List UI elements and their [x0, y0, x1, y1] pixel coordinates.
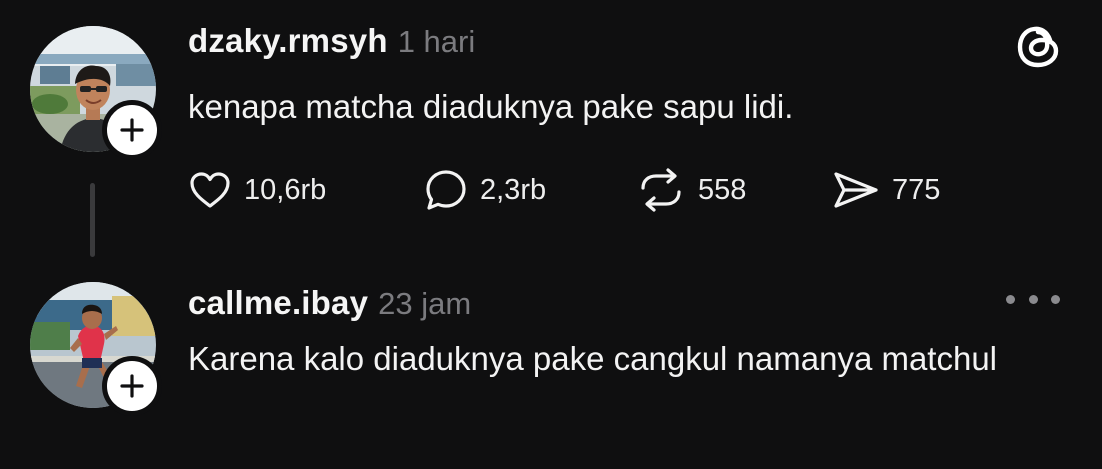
action-bar: 10,6rb 2,3rb 558 775 [188, 164, 972, 216]
heart-icon [190, 172, 230, 208]
comment-bubble-icon [426, 170, 466, 210]
thread-connector-line [90, 183, 95, 257]
avatar-container [30, 282, 162, 416]
reply-count: 2,3rb [480, 173, 547, 206]
username[interactable]: callme.ibay [188, 284, 368, 322]
repost-icon [641, 168, 681, 212]
reply-post: callme.ibay 23 jam Karena kalo diaduknya… [0, 262, 1102, 469]
threads-logo-glyph [1017, 26, 1059, 68]
plus-icon [120, 118, 144, 142]
plus-icon [120, 374, 144, 398]
reply-button[interactable]: 2,3rb [424, 168, 636, 212]
like-button[interactable]: 10,6rb [188, 170, 424, 210]
follow-button[interactable] [102, 356, 162, 416]
threads-logo-icon[interactable] [1014, 22, 1064, 72]
more-dot [1028, 294, 1038, 304]
more-dot [1051, 294, 1060, 304]
share-button[interactable]: 775 [832, 170, 972, 210]
more-options-icon[interactable] [1006, 284, 1060, 314]
timestamp: 1 hari [397, 24, 476, 59]
follow-button[interactable] [102, 100, 162, 160]
repost-count: 558 [698, 173, 747, 206]
username[interactable]: dzaky.rmsyh [188, 22, 388, 60]
original-post: dzaky.rmsyh 1 hari kenapa matcha diadukn… [0, 0, 1102, 262]
timestamp: 23 jam [378, 286, 472, 321]
like-count: 10,6rb [244, 173, 327, 206]
share-count: 775 [892, 173, 941, 206]
avatar-container [30, 26, 162, 160]
more-dot [1006, 294, 1015, 304]
post-header: callme.ibay 23 jam [188, 284, 471, 322]
post-header: dzaky.rmsyh 1 hari [188, 22, 475, 60]
post-text: kenapa matcha diaduknya pake sapu lidi. [188, 88, 794, 125]
repost-button[interactable]: 558 [636, 168, 832, 212]
reply-text: Karena kalo diaduknya pake cangkul naman… [188, 340, 998, 377]
send-icon [834, 172, 878, 208]
